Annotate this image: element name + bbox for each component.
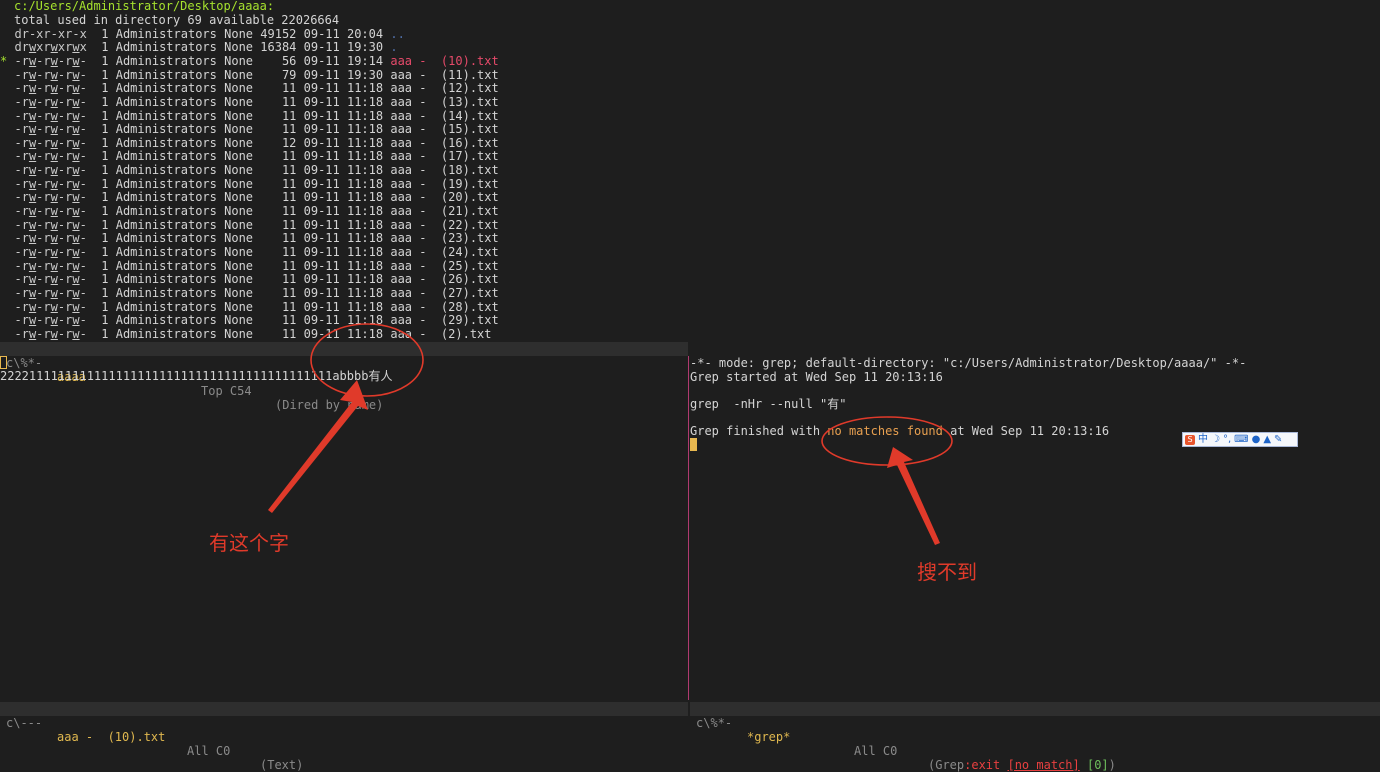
grep-mode-prefix: (Grep xyxy=(928,758,965,772)
grep-mode-exit: :exit xyxy=(964,758,1001,772)
annotation-ellipse-right xyxy=(821,416,953,466)
annotation-label-right: 搜不到 xyxy=(917,560,977,584)
annotation-arrow-left xyxy=(268,380,368,513)
annotation-overlay xyxy=(268,323,953,545)
annotation-label-left: 有这个字 xyxy=(209,531,289,555)
annotation-arrow-right xyxy=(887,447,940,545)
grep-mode-code: [0] xyxy=(1086,758,1109,772)
text-modeline-buffer-name[interactable]: aaa - (10).txt xyxy=(57,730,165,744)
grep-modeline-mode[interactable]: (Grep:exit [no match] [0]) xyxy=(928,758,1116,772)
grep-mode-suffix: ) xyxy=(1108,758,1116,772)
grep-modeline-buffer-name[interactable]: *grep* xyxy=(747,730,790,744)
annotation-ellipse-left xyxy=(310,323,424,397)
text-modeline-position: All C0 xyxy=(187,744,231,758)
grep-mode-nomatch: [no match] xyxy=(1007,758,1080,772)
text-modeline-mode[interactable]: (Text) xyxy=(260,758,303,772)
grep-modeline-position: All C0 xyxy=(854,744,898,758)
